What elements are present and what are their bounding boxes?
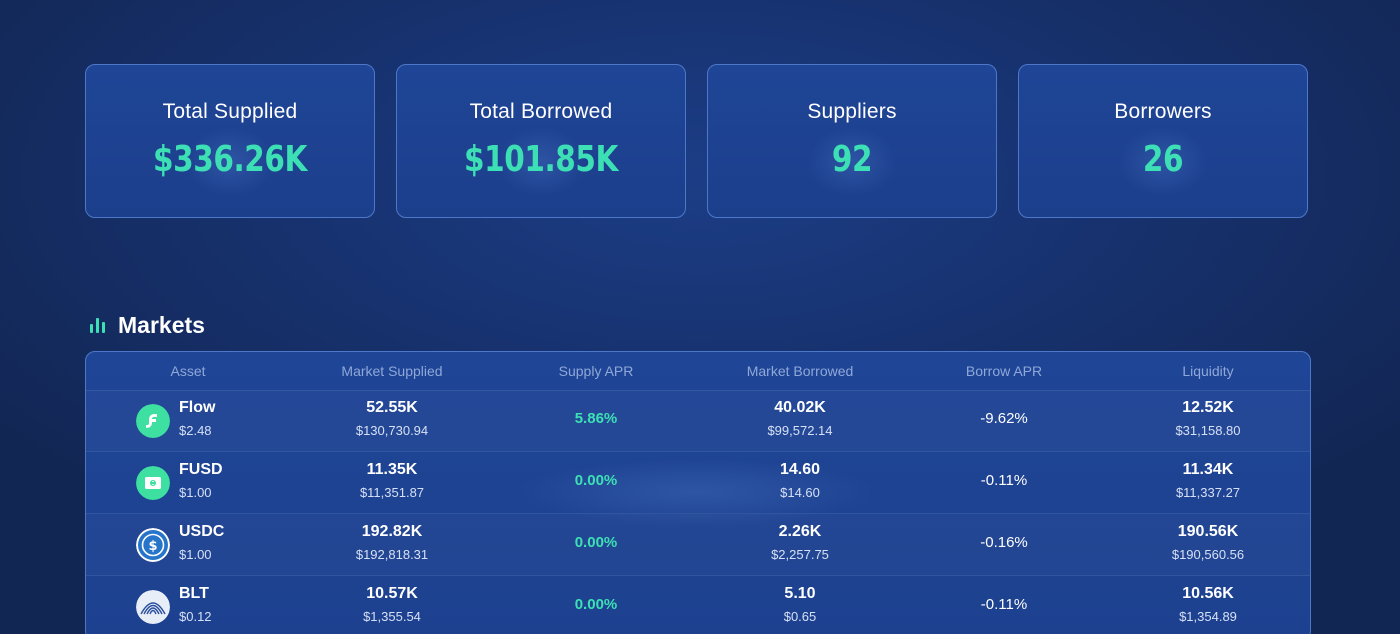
liquidity-usd: $190,560.56: [1171, 547, 1245, 562]
supply-apr: 0.00%: [574, 534, 618, 551]
liquidity-usd: $31,158.80: [1175, 423, 1241, 438]
usdc-token-icon: $: [136, 528, 170, 562]
market-supplied-usd: $1,355.54: [363, 609, 421, 624]
liquidity-value: 11.34K: [1182, 461, 1234, 478]
liquidity-usd: $1,354.89: [1179, 609, 1237, 624]
liquidity-value: 190.56K: [1177, 523, 1239, 540]
fusd-token-icon: [136, 466, 170, 500]
table-header: Asset Market Supplied Supply APR Market …: [86, 352, 1310, 391]
borrow-apr: -0.11%: [980, 596, 1028, 613]
stat-value: 92: [831, 139, 873, 180]
stat-label: Total Supplied: [162, 100, 298, 123]
market-borrowed-usd: $99,572.14: [767, 423, 833, 438]
table-row[interactable]: BLT $0.12 10.57K $1,355.54 0.00% 5.10 $0…: [86, 576, 1310, 634]
market-borrowed-usd: $2,257.75: [771, 547, 829, 562]
asset-price: $2.48: [179, 423, 212, 438]
table-row[interactable]: $ USDC $1.00 192.82K $192,818.31 0.00% 2…: [86, 514, 1310, 576]
liquidity-value: 10.56K: [1182, 585, 1234, 602]
asset-price: $0.12: [179, 609, 212, 624]
market-supplied-value: 10.57K: [366, 585, 418, 602]
borrow-apr: -0.11%: [980, 472, 1028, 489]
blt-token-icon: [136, 590, 170, 624]
column-header-borrow-apr[interactable]: Borrow APR: [904, 363, 1104, 379]
stat-value: 26: [1142, 139, 1184, 180]
stat-card-total-supplied: Total Supplied $336.26K: [85, 64, 375, 218]
borrow-apr: -9.62%: [980, 410, 1028, 427]
market-supplied-usd: $11,351.87: [359, 485, 425, 500]
column-header-asset[interactable]: Asset: [88, 363, 288, 379]
market-supplied-value: 52.55K: [366, 399, 418, 416]
svg-text:$: $: [148, 539, 157, 554]
supply-apr: 0.00%: [574, 472, 618, 489]
liquidity-value: 12.52K: [1182, 399, 1234, 416]
market-borrowed-usd: $14.60: [780, 485, 820, 500]
asset-name: BLT: [179, 585, 209, 602]
column-header-supply-apr[interactable]: Supply APR: [496, 363, 696, 379]
table-row[interactable]: FUSD $1.00 11.35K $11,351.87 0.00% 14.60…: [86, 452, 1310, 514]
asset-price: $1.00: [179, 485, 212, 500]
flow-token-icon: [136, 404, 170, 438]
stat-label: Borrowers: [1114, 100, 1212, 123]
market-supplied-value: 11.35K: [366, 461, 418, 478]
asset-name: Flow: [179, 399, 216, 416]
liquidity-usd: $11,337.27: [1175, 485, 1241, 500]
asset-name: FUSD: [179, 461, 223, 478]
stat-value: $101.85K: [463, 139, 619, 180]
markets-title: Markets: [118, 311, 205, 338]
table-row[interactable]: Flow $2.48 52.55K $130,730.94 5.86% 40.0…: [86, 390, 1310, 452]
asset-price: $1.00: [179, 547, 212, 562]
stats-section: Total Supplied $336.26K Total Borrowed $…: [85, 64, 1311, 220]
market-borrowed-value: 40.02K: [774, 399, 826, 416]
stat-value: $336.26K: [152, 139, 308, 180]
market-supplied-value: 192.82K: [361, 523, 423, 540]
borrow-apr: -0.16%: [980, 534, 1028, 551]
column-header-market-supplied[interactable]: Market Supplied: [292, 363, 492, 379]
market-borrowed-usd: $0.65: [783, 609, 817, 624]
supply-apr: 5.86%: [574, 410, 618, 427]
markets-table: Asset Market Supplied Supply APR Market …: [85, 351, 1311, 634]
market-borrowed-value: 5.10: [784, 585, 816, 602]
stat-label: Total Borrowed: [469, 100, 613, 123]
stat-label: Suppliers: [807, 100, 897, 123]
market-borrowed-value: 14.60: [779, 461, 821, 478]
stat-card-borrowers: Borrowers 26: [1018, 64, 1308, 218]
market-borrowed-value: 2.26K: [778, 523, 822, 540]
asset-name: USDC: [179, 523, 225, 540]
market-supplied-usd: $192,818.31: [355, 547, 429, 562]
stat-card-total-borrowed: Total Borrowed $101.85K: [396, 64, 686, 218]
supply-apr: 0.00%: [574, 596, 618, 613]
column-header-liquidity[interactable]: Liquidity: [1108, 363, 1308, 379]
market-supplied-usd: $130,730.94: [355, 423, 429, 438]
markets-heading: Markets: [89, 310, 205, 340]
stat-card-suppliers: Suppliers 92: [707, 64, 997, 218]
bar-chart-icon: [89, 317, 107, 333]
column-header-market-borrowed[interactable]: Market Borrowed: [700, 363, 900, 379]
